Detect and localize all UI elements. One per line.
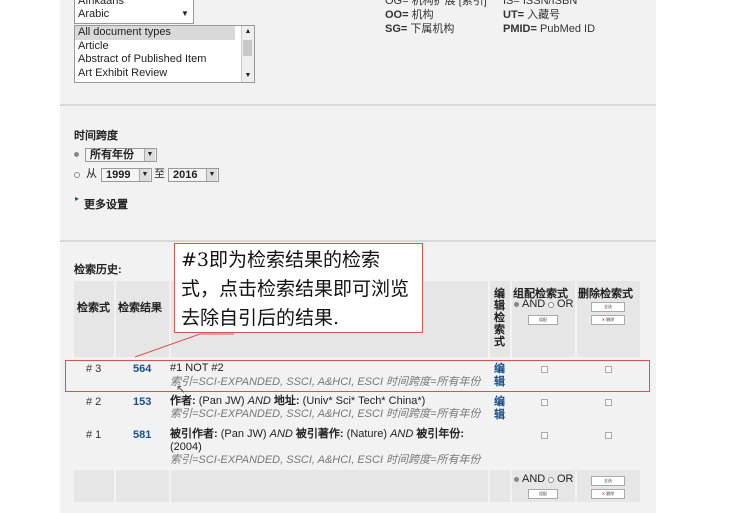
and-label: AND — [522, 298, 546, 310]
language-option[interactable]: Arabic — [75, 8, 193, 21]
triangle-right-icon[interactable]: ▸ — [75, 194, 79, 203]
chevron-down-icon[interactable]: ▼ — [144, 149, 155, 161]
query-year-text: (2004) — [170, 441, 202, 453]
col-edit-header: 编辑检索式 — [494, 288, 505, 348]
and-radio[interactable] — [514, 477, 519, 482]
query-text: 被引作者: (Pan JW) AND 被引著作: (Nature) AND 被引… — [170, 428, 465, 440]
set-number: # 2 — [86, 396, 102, 408]
language-select[interactable]: Afrikaans Arabic ▼ — [74, 0, 194, 24]
or-radio[interactable] — [548, 302, 554, 308]
result-count-link[interactable]: 581 — [133, 429, 151, 441]
col-delete-header: 删除检索式 — [578, 288, 633, 300]
field-tags-legend-left: OG= 机构扩展 [索引] OO= 机构 SG= 下属机构 — [385, 0, 487, 36]
or-label: OR — [557, 473, 574, 485]
footer-cell — [74, 470, 114, 502]
to-year-value: 2016 — [173, 169, 198, 181]
and-radio[interactable] — [514, 302, 519, 307]
all-years-radio[interactable] — [74, 152, 79, 157]
mouse-cursor-icon: ↖ — [176, 382, 187, 396]
highlight-row-box — [65, 360, 650, 392]
chevron-down-icon[interactable]: ▼ — [242, 70, 254, 82]
or-radio[interactable] — [548, 477, 554, 483]
combine-button[interactable]: 组配 — [528, 315, 558, 325]
or-label: OR — [557, 298, 574, 310]
legend-is: IS= ISSN/ISBN — [503, 0, 578, 7]
doc-type-option[interactable]: All document types — [75, 26, 235, 40]
col-set-header: 检索式 — [77, 302, 110, 314]
combine-checkbox[interactable] — [541, 399, 548, 406]
from-label: 从 — [86, 168, 97, 180]
delete-checkbox[interactable] — [605, 399, 612, 406]
edit-query-link[interactable]: 编辑 — [494, 396, 506, 422]
legend-og: OG= 机构扩展 [索引] — [385, 0, 487, 7]
delete-button[interactable]: ✕ 删除 — [591, 315, 625, 325]
delete-label: 删除 — [606, 317, 615, 322]
combine-checkbox[interactable] — [541, 432, 548, 439]
scrollbar-thumb[interactable] — [243, 40, 252, 56]
search-history-title: 检索历史: — [74, 264, 122, 276]
document-type-listbox[interactable]: All document types Article Abstract of P… — [74, 25, 255, 83]
listbox-scrollbar[interactable]: ▲ ▼ — [241, 26, 254, 82]
delete-button[interactable]: ✕ 删除 — [591, 489, 625, 499]
close-icon: ✕ — [601, 491, 606, 496]
all-years-value: 所有年份 — [90, 149, 134, 161]
select-all-button[interactable]: 全选 — [591, 302, 625, 312]
and-label: AND — [522, 473, 546, 485]
section-divider — [60, 240, 656, 242]
footer-cell — [116, 470, 169, 502]
doc-type-option[interactable]: Art Exhibit Review — [75, 67, 235, 81]
callout-pointer — [134, 333, 234, 358]
doc-type-option[interactable]: Article — [75, 40, 235, 54]
delete-label: 删除 — [606, 491, 615, 496]
combine-button[interactable]: 组配 — [528, 489, 558, 499]
col-results-header: 检索结果 — [118, 302, 162, 314]
legend-oo: OO= 机构 — [385, 9, 434, 21]
legend-sg: SG= 下属机构 — [385, 23, 455, 35]
language-option[interactable]: Afrikaans — [75, 0, 193, 8]
legend-pmid: PMID= PubMed ID — [503, 23, 596, 35]
to-label: 至 — [154, 168, 165, 180]
footer-cell — [171, 470, 488, 502]
from-year-select[interactable]: 1999 ▼ — [101, 168, 152, 182]
section-divider — [60, 104, 656, 106]
chevron-down-icon[interactable]: ▼ — [179, 8, 191, 20]
chevron-down-icon[interactable]: ▼ — [206, 169, 217, 181]
more-settings-link[interactable]: 更多设置 — [84, 196, 128, 212]
chevron-up-icon[interactable]: ▲ — [242, 26, 254, 38]
annotation-callout: #3即为检索结果的检索式，点击检索结果即可浏览去除自引后的结果. — [174, 243, 423, 333]
query-index-text: 索引=SCI-EXPANDED, SSCI, A&HCI, ESCI 时间跨度=… — [170, 408, 481, 420]
field-tags-legend-right: IS= ISSN/ISBN UT= 入藏号 PMID= PubMed ID — [503, 0, 595, 36]
to-year-select[interactable]: 2016 ▼ — [168, 168, 219, 182]
legend-ut: UT= 入藏号 — [503, 9, 561, 21]
year-range-radio[interactable] — [74, 172, 80, 178]
doc-type-option[interactable]: Abstract of Published Item — [75, 53, 235, 67]
result-count-link[interactable]: 153 — [133, 396, 151, 408]
query-text: 作者: (Pan JW) AND 地址: (Univ* Sci* Tech* C… — [170, 395, 426, 407]
query-index-text: 索引=SCI-EXPANDED, SSCI, A&HCI, ESCI 时间跨度=… — [170, 454, 481, 466]
close-icon: ✕ — [601, 317, 606, 322]
all-years-select[interactable]: 所有年份 ▼ — [85, 148, 157, 162]
footer-cell — [490, 470, 510, 502]
header-set-cell — [74, 281, 114, 357]
timespan-title: 时间跨度 — [74, 130, 118, 142]
chevron-down-icon[interactable]: ▼ — [139, 169, 150, 181]
set-number: # 1 — [86, 429, 102, 441]
delete-checkbox[interactable] — [605, 432, 612, 439]
select-all-button[interactable]: 全选 — [591, 476, 625, 486]
from-year-value: 1999 — [106, 169, 131, 181]
